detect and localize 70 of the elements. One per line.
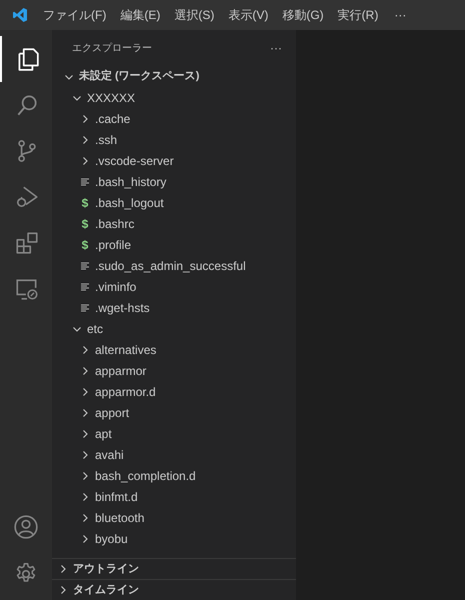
section-header[interactable]: アウトライン	[52, 558, 296, 579]
item-label: .bash_history	[95, 174, 166, 190]
app-logo-icon	[12, 7, 28, 23]
item-label: .ssh	[95, 132, 118, 148]
tree-item[interactable]: .vscode-server	[52, 150, 296, 171]
dollar-icon: $	[80, 194, 90, 212]
tree-item[interactable]: bluetooth	[52, 507, 296, 528]
item-label: .bashrc	[95, 216, 134, 232]
tree-item[interactable]: .sudo_as_admin_successful	[52, 255, 296, 276]
item-label: .bash_logout	[95, 194, 164, 212]
menu-item[interactable]: 表示(V)	[221, 6, 276, 24]
item-label: binfmt.d	[95, 488, 138, 506]
text-file-icon	[80, 260, 90, 270]
item-label: XXXXXX	[87, 90, 136, 106]
item-label: byobu	[95, 530, 128, 548]
tree-item[interactable]: apparmor	[52, 360, 296, 381]
tree-item[interactable]: apport	[52, 402, 296, 423]
tree-item[interactable]: alternatives	[52, 339, 296, 360]
tree-item[interactable]: 未設定 (ワークスペース)	[52, 66, 296, 87]
tree-item[interactable]: .viminfo	[52, 276, 296, 297]
account-icon	[13, 514, 39, 540]
section-header[interactable]: タイムライン	[52, 579, 296, 600]
extensions-icon	[14, 230, 40, 256]
tree-item[interactable]: bash_completion.d	[52, 465, 296, 486]
tree-item[interactable]: apparmor.d	[52, 381, 296, 402]
tree-item[interactable]: .ssh	[52, 129, 296, 150]
tree-item[interactable]: XXXXXX	[52, 87, 296, 108]
item-label: .wget-hsts	[95, 300, 150, 316]
item-label: .vscode-server	[95, 152, 174, 170]
item-label: avahi	[95, 446, 124, 464]
tree-item[interactable]: etc	[52, 318, 296, 339]
sidebar-title: エクスプローラー	[72, 42, 152, 56]
text-file-icon	[80, 282, 90, 292]
tree-item[interactable]: binfmt.d	[52, 486, 296, 507]
item-label: apt	[95, 426, 112, 442]
tree-item[interactable]: $ .profile	[52, 234, 296, 255]
menu-item[interactable]: 選択(S)	[167, 6, 222, 24]
menu-item[interactable]: 移動(G)	[275, 6, 331, 24]
tree-item[interactable]: avahi	[52, 444, 296, 465]
item-label: etc	[87, 320, 104, 338]
item-label: bluetooth	[95, 510, 144, 526]
tree-item[interactable]: $ .bashrc	[52, 213, 296, 234]
tree-item[interactable]: .bash_history	[52, 171, 296, 192]
item-label: bash_completion.d	[95, 468, 196, 484]
tree-item[interactable]: .wget-hsts	[52, 297, 296, 318]
menu-item[interactable]: 編集(E)	[113, 6, 168, 24]
item-label: apport	[95, 404, 130, 422]
tree-item[interactable]: $ .bash_logout	[52, 192, 296, 213]
item-label: .viminfo	[95, 278, 136, 296]
dollar-icon: $	[80, 214, 90, 232]
text-file-icon	[80, 176, 90, 186]
item-label: apparmor	[95, 362, 146, 380]
more-menu-button[interactable]: ···	[385, 6, 416, 24]
section-title: タイムライン	[73, 582, 139, 598]
section-title: アウトライン	[73, 562, 139, 577]
item-label: apparmor.d	[95, 384, 156, 400]
dollar-icon: $	[80, 236, 90, 254]
more-actions-button[interactable]: ···	[270, 39, 282, 57]
tree-item[interactable]: apt	[52, 423, 296, 444]
item-label: alternatives	[95, 342, 156, 358]
menu-item[interactable]: 実行(R)	[330, 6, 386, 24]
run-debug-icon	[14, 184, 40, 210]
item-label: .profile	[95, 236, 132, 254]
tree-item[interactable]: .cache	[52, 108, 296, 129]
text-file-icon	[80, 302, 90, 312]
tree-item[interactable]: byobu	[52, 528, 296, 549]
menu-item[interactable]: ファイル(F)	[36, 6, 114, 24]
item-label: .cache	[95, 110, 130, 128]
item-label: 未設定 (ワークスペース)	[79, 68, 200, 84]
item-label: .sudo_as_admin_successful	[95, 258, 246, 274]
